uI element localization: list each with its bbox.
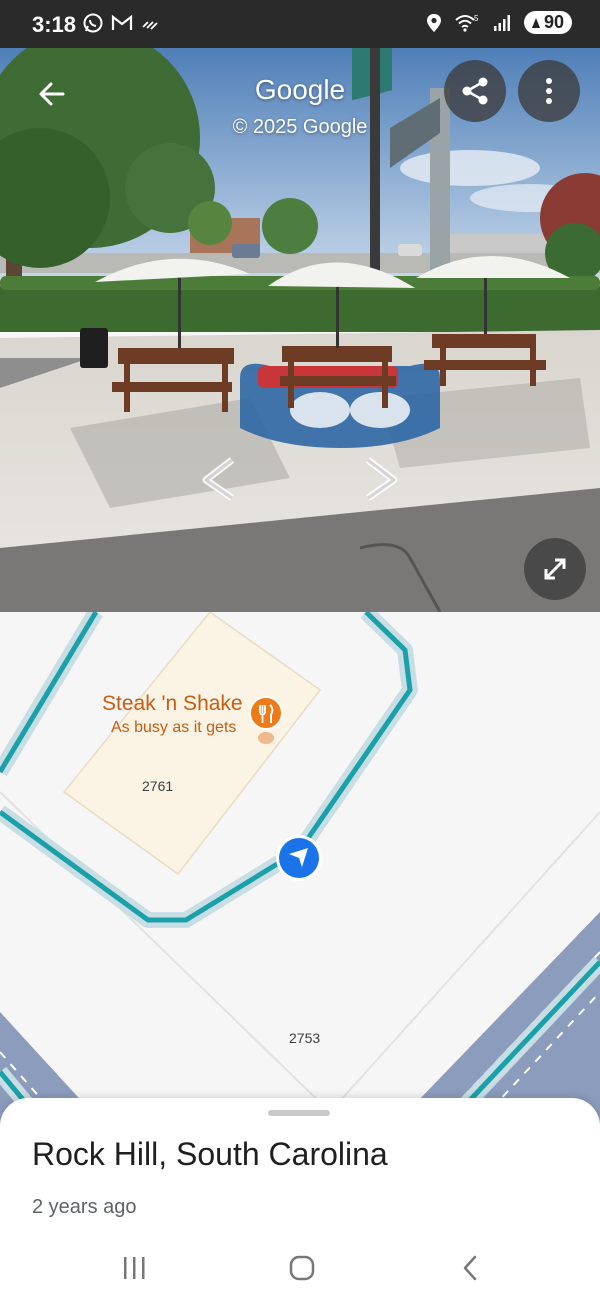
street-view-title: Google	[254, 74, 346, 105]
share-button[interactable]	[444, 60, 506, 122]
poi-name[interactable]: Steak 'n Shake	[102, 692, 243, 716]
more-vert-icon	[546, 78, 552, 104]
wifi-icon: 5	[455, 14, 479, 32]
street-view-copyright: © 2025 Google	[232, 116, 368, 138]
share-icon	[462, 77, 488, 105]
home-icon	[289, 1255, 315, 1281]
location-icon	[426, 13, 441, 32]
place-name: Rock Hill, South Carolina	[32, 1136, 388, 1172]
back-icon	[463, 1255, 477, 1281]
address-label: 2761	[142, 778, 174, 794]
recents-icon	[124, 1257, 145, 1279]
status-time: 3:18	[32, 12, 77, 37]
gmail-icon	[111, 14, 133, 30]
restaurant-icon	[249, 696, 283, 744]
whatsapp-icon	[83, 13, 103, 33]
expand-icon	[544, 558, 566, 580]
home-button[interactable]	[280, 1248, 324, 1288]
battery-icon	[531, 17, 540, 28]
system-nav-bar	[0, 1236, 600, 1300]
poi-busy-status: As busy as it gets	[111, 719, 237, 736]
recents-button[interactable]	[112, 1248, 156, 1288]
navigation-arrow-icon	[276, 835, 322, 881]
street-view-position-marker[interactable]	[275, 834, 323, 882]
sheet-drag-handle[interactable]	[268, 1110, 330, 1116]
missed-call-icon	[142, 21, 158, 30]
notification-icons	[82, 12, 160, 34]
system-icons: 5 90	[426, 11, 572, 34]
battery-level: 90	[543, 12, 564, 32]
more-options-button[interactable]	[518, 60, 580, 122]
street-view-panorama[interactable]: Google © 2025 Google	[0, 48, 600, 612]
signal-icon	[493, 14, 510, 31]
capture-date: 2 years ago	[32, 1196, 137, 1218]
map-view[interactable]: Steak 'n Shake As busy as it gets 2761 2…	[0, 612, 600, 1132]
status-bar: 3:18 5 90	[0, 0, 600, 48]
svg-text:5: 5	[474, 14, 479, 23]
battery-indicator: 90	[523, 11, 572, 34]
expand-button[interactable]	[524, 538, 586, 600]
pan-left-arrow[interactable]	[198, 456, 238, 502]
back-nav-button[interactable]	[448, 1248, 492, 1288]
chevron-right-icon	[365, 457, 398, 501]
address-label: 2753	[289, 1030, 321, 1046]
restaurant-pin[interactable]	[248, 696, 284, 748]
chevron-left-icon	[202, 457, 235, 501]
pan-right-arrow[interactable]	[362, 456, 402, 502]
